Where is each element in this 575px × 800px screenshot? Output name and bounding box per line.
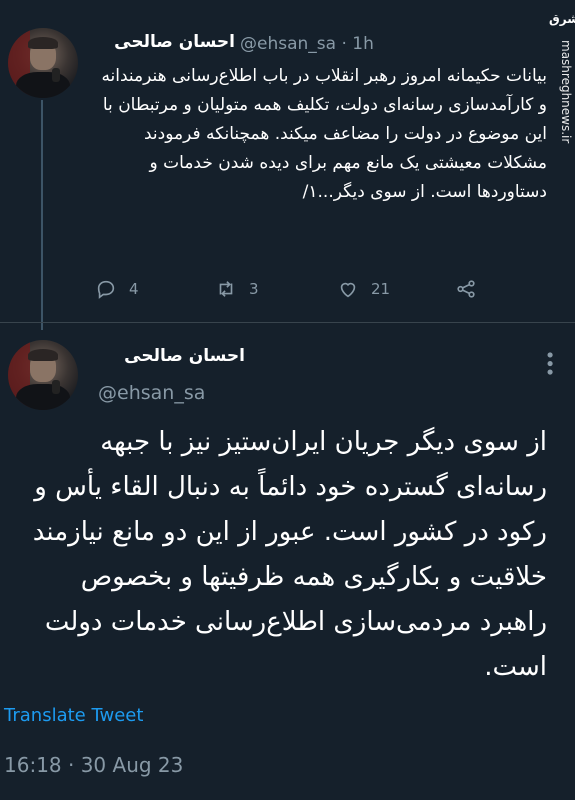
- tweet1-actions: 4 3 21: [95, 278, 495, 304]
- retweet-count: 3: [249, 280, 259, 298]
- like-button[interactable]: 21: [337, 278, 390, 300]
- reply-count: 4: [129, 280, 139, 298]
- reply-button[interactable]: 4: [95, 278, 139, 300]
- tweet2-handle[interactable]: @ehsan_sa: [98, 382, 205, 404]
- share-icon: [457, 280, 475, 298]
- tweet1-handle[interactable]: @ehsan_sa: [240, 34, 336, 54]
- retweet-icon: [219, 281, 233, 297]
- tweet1-body: بیانات حکیمانه امروز رهبر انقلاب در باب …: [101, 66, 547, 202]
- like-count: 21: [371, 280, 391, 298]
- avatar[interactable]: [8, 28, 78, 98]
- like-icon: [340, 282, 356, 298]
- tweet2-body: از سوی دیگر جریان ایران‌ستیز نیز با جبهه…: [32, 427, 547, 682]
- reply-icon: [97, 280, 115, 299]
- separator-dot: ·: [341, 34, 347, 54]
- thread-connector-line: [41, 100, 43, 330]
- watermark-logo: مشرق: [549, 12, 575, 26]
- tweet2-author-name[interactable]: احسان صالحی: [95, 346, 245, 366]
- tweet1-meta: @ehsan_sa · 1h: [240, 34, 374, 54]
- tweet1-time[interactable]: 1h: [352, 34, 374, 54]
- share-button[interactable]: [455, 278, 489, 300]
- tweet-divider: [0, 322, 575, 323]
- avatar[interactable]: [8, 340, 78, 410]
- tweet1-author-name[interactable]: احسان صالحی: [95, 32, 235, 52]
- watermark-url: mashreghnews.ir: [559, 40, 573, 144]
- tweet2-timestamp[interactable]: 16:18 · 30 Aug 23: [4, 753, 183, 777]
- retweet-button[interactable]: 3: [215, 278, 259, 300]
- translate-tweet-link[interactable]: Translate Tweet: [4, 705, 143, 726]
